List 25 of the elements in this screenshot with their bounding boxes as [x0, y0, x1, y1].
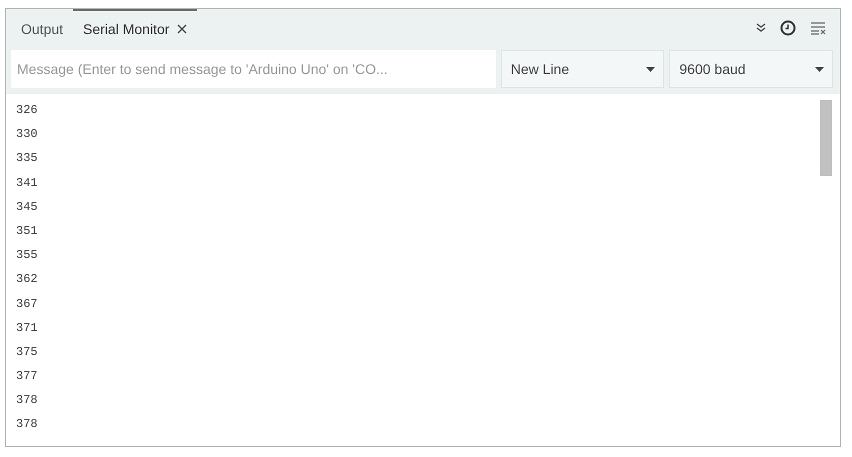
- close-icon[interactable]: [177, 24, 188, 34]
- output-line: 351: [15, 222, 38, 240]
- output-line: 375: [15, 344, 38, 361]
- output-line: 341: [15, 174, 38, 192]
- output-line: 330: [15, 126, 38, 144]
- autoscroll-icon[interactable]: [756, 22, 766, 32]
- output-line: 335: [15, 150, 38, 168]
- caret-icon: [815, 66, 824, 72]
- scrollbar-thumb[interactable]: [820, 100, 832, 176]
- output-line: 355: [15, 247, 38, 264]
- output-line: 345: [15, 198, 38, 216]
- caret-icon: [646, 66, 656, 72]
- message-field[interactable]: Message (Enter to send message to 'Arduino Uno' on 'CO...: [11, 50, 496, 88]
- output-line: 377: [15, 368, 38, 386]
- clear-output-icon[interactable]: [810, 20, 826, 34]
- clock-icon[interactable]: [780, 20, 796, 36]
- baud-rate-dropdown[interactable]: 9600 baud: [669, 50, 834, 88]
- output-line: 362: [15, 271, 38, 288]
- output-line: 371: [15, 320, 38, 337]
- output-line: 367: [15, 296, 38, 312]
- output-line: 326: [15, 102, 38, 119]
- tab[interactable]: Output: [11, 9, 74, 46]
- output-line: 378: [15, 392, 38, 410]
- output-line: 378: [15, 416, 38, 434]
- line-ending-dropdown[interactable]: New Line: [500, 50, 664, 88]
